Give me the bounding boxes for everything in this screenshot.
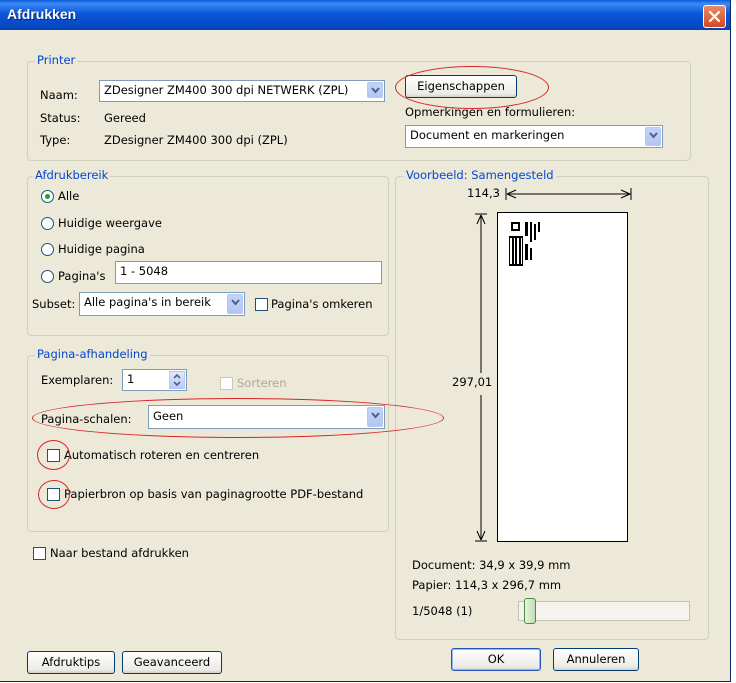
range-current-page-label[interactable]: Huidige pagina [58,242,145,257]
pages-range-value: 1 - 5048 [120,264,169,278]
subset-label: Subset: [32,297,76,311]
type-value: ZDesigner ZM400 300 dpi (ZPL) [104,133,288,147]
range-all-radio[interactable] [41,190,54,203]
page-handling-group-label: Pagina-afhandeling [35,347,150,361]
preview-group-label: Voorbeeld: Samengesteld [404,168,556,182]
chevron-down-icon[interactable] [367,82,383,98]
range-pages-label[interactable]: Pagina's [58,269,105,284]
document-size: Document: 34,9 x 39,9 mm [412,558,571,572]
paper-source-label[interactable]: Papierbron op basis van paginagrootte PD… [64,487,363,502]
status-value: Gereed [104,111,146,125]
printer-group-label: Printer [35,53,78,67]
close-icon[interactable] [703,5,726,28]
collate-label: Sorteren [237,376,287,390]
cancel-button[interactable]: Annuleren [553,648,639,671]
page-slider-track[interactable] [518,601,690,621]
copies-label: Exemplaren: [41,373,114,387]
paper-size: Papier: 114,3 x 296,7 mm [412,578,562,592]
print-tips-button[interactable]: Afdruktips [27,651,115,674]
advanced-button[interactable]: Geavanceerd [122,651,222,674]
page-preview [497,212,628,542]
advanced-label: Geavanceerd [133,655,211,669]
radio-selected-dot [45,194,50,199]
label-thumbnail [509,222,540,266]
subset-value: Alle pagina's in bereik [84,295,211,309]
window-title: Afdrukken [7,6,77,22]
height-dimension-arrow [475,213,487,542]
print-to-file-label[interactable]: Naar bestand afdrukken [50,546,189,561]
title-bar[interactable]: Afdrukken [0,0,730,30]
printer-name-label: Naam: [40,88,78,102]
printer-name-select[interactable]: ZDesigner ZM400 300 dpi NETWERK (ZPL) [99,80,385,102]
chevron-down-icon[interactable] [645,127,661,146]
print-dialog: Afdrukken Printer Naam: ZDesigner ZM400 … [0,0,731,682]
reverse-pages-label[interactable]: Pagina's omkeren [271,297,373,312]
range-current-view-label[interactable]: Huidige weergave [58,216,162,231]
copies-value: 1 [127,372,135,386]
copies-input[interactable]: 1 [122,369,187,391]
type-label: Type: [40,133,71,147]
printer-name-value: ZDesigner ZM400 300 dpi NETWERK (ZPL) [104,83,349,97]
ok-button[interactable]: OK [451,648,541,671]
page-slider-thumb[interactable] [524,598,536,624]
print-to-file-checkbox[interactable] [33,547,46,560]
width-dimension-arrow [505,188,632,200]
range-current-page-radio[interactable] [41,243,54,256]
ok-label: OK [487,652,505,666]
range-all-label[interactable]: Alle [58,189,79,204]
range-current-view-radio[interactable] [41,217,54,230]
subset-select[interactable]: Alle pagina's in bereik [79,292,245,316]
cancel-label: Annuleren [566,652,626,666]
comments-select[interactable]: Document en markeringen [405,125,663,148]
chevron-down-icon[interactable] [227,294,243,314]
annotation-ellipse [37,440,70,470]
annotation-ellipse [38,480,70,509]
comments-value: Document en markeringen [410,128,565,142]
preview-width-value: 114,3 [467,186,500,200]
pages-range-input[interactable]: 1 - 5048 [115,261,382,284]
status-label: Status: [40,111,81,125]
collate-checkbox[interactable] [220,377,233,390]
annotation-ellipse [395,66,549,109]
auto-rotate-label[interactable]: Automatisch roteren en centreren [64,448,259,463]
range-pages-radio[interactable] [41,270,54,283]
page-counter: 1/5048 (1) [412,604,473,618]
copies-spinner[interactable] [169,371,185,389]
reverse-pages-checkbox[interactable] [255,298,268,311]
print-range-group-label: Afdrukbereik [33,168,111,182]
print-tips-label: Afdruktips [41,655,101,669]
annotation-ellipse [32,398,444,438]
